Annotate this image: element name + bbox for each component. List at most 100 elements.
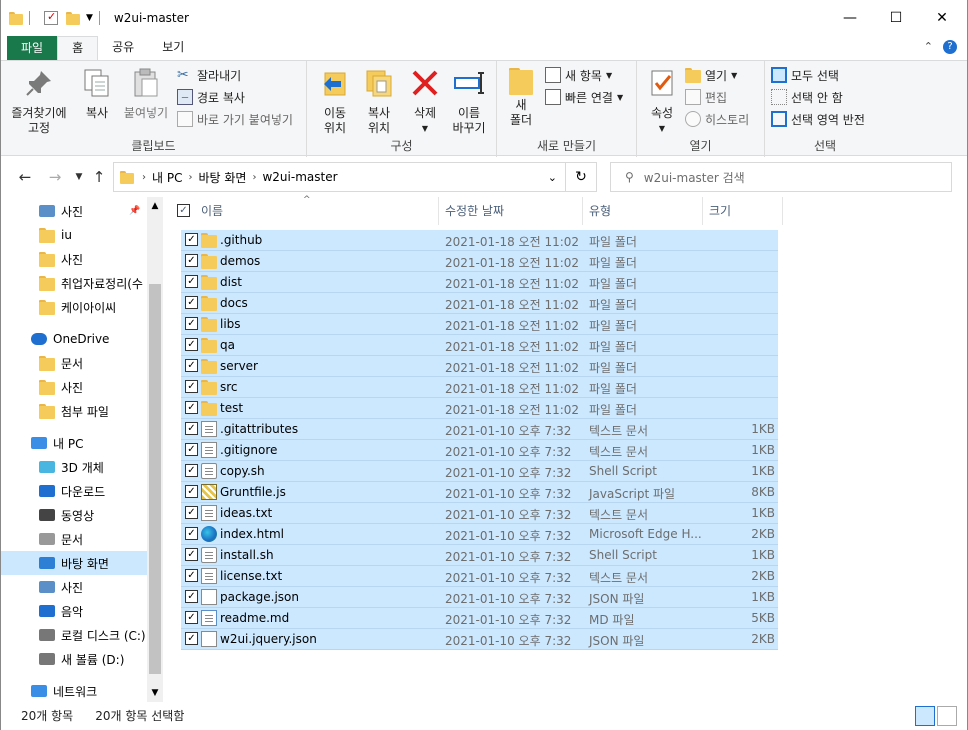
row-checkbox[interactable]: ✓ xyxy=(185,485,198,498)
table-row[interactable]: ✓ Gruntfile.js 2021-01-10 오후 7:32 JavaScrip… xyxy=(181,482,778,503)
copy-button[interactable]: 복사 xyxy=(75,65,119,121)
nav-item[interactable]: 첨부 파일 xyxy=(1,399,147,423)
row-checkbox[interactable]: ✓ xyxy=(185,254,198,267)
column-size[interactable]: 크기 xyxy=(703,197,783,225)
row-checkbox[interactable]: ✓ xyxy=(185,548,198,561)
scroll-up-icon[interactable]: ▲ xyxy=(147,201,163,211)
minimize-button[interactable]: — xyxy=(827,0,873,36)
delete-button[interactable]: 삭제 ▼ xyxy=(405,65,445,136)
nav-item[interactable]: 사진 📌 xyxy=(1,199,147,223)
row-checkbox[interactable]: ✓ xyxy=(185,380,198,393)
nav-item[interactable]: 문서 xyxy=(1,527,147,551)
row-checkbox[interactable]: ✓ xyxy=(185,590,198,603)
new-folder-button[interactable]: 새 폴더 xyxy=(503,65,539,128)
address-bar[interactable]: › 내 PC › 바탕 화면 › w2ui-master ⌄ ↻ xyxy=(113,162,597,192)
row-checkbox[interactable]: ✓ xyxy=(185,338,198,351)
table-row[interactable]: ✓ libs 2021-01-18 오전 11:02 파일 폴더 xyxy=(181,314,778,335)
properties-button[interactable]: 속성 ▼ xyxy=(643,65,681,136)
move-to-button[interactable]: 이동 위치 xyxy=(315,65,355,136)
table-row[interactable]: ✓ demos 2021-01-18 오전 11:02 파일 폴더 xyxy=(181,251,778,272)
table-row[interactable]: ✓ .gitignore 2021-01-10 오후 7:32 텍스트 문서 1KB xyxy=(181,440,778,461)
easy-access-button[interactable]: 빠른 연결 ▼ xyxy=(545,87,623,107)
copy-to-button[interactable]: 복사 위치 xyxy=(359,65,399,136)
row-checkbox[interactable]: ✓ xyxy=(185,443,198,456)
properties-check-icon[interactable]: ✓ xyxy=(44,10,58,25)
table-row[interactable]: ✓ license.txt 2021-01-10 오후 7:32 텍스트 문서 2KB xyxy=(181,566,778,587)
nav-item[interactable]: 사진 xyxy=(1,375,147,399)
table-row[interactable]: ✓ src 2021-01-18 오전 11:02 파일 폴더 xyxy=(181,377,778,398)
paste-shortcut-button[interactable]: 바로 가기 붙여넣기 xyxy=(177,109,293,129)
table-row[interactable]: ✓ qa 2021-01-18 오전 11:02 파일 폴더 xyxy=(181,335,778,356)
table-row[interactable]: ✓ dist 2021-01-18 오전 11:02 파일 폴더 xyxy=(181,272,778,293)
nav-item[interactable]: 다운로드 xyxy=(1,479,147,503)
help-icon[interactable]: ? xyxy=(943,40,957,54)
table-row[interactable]: ✓ docs 2021-01-18 오전 11:02 파일 폴더 xyxy=(181,293,778,314)
edit-button[interactable]: 편집 xyxy=(685,87,727,107)
chevron-right-icon[interactable]: › xyxy=(252,172,256,183)
table-row[interactable]: ✓ copy.sh 2021-01-10 오후 7:32 Shell Script 1K… xyxy=(181,461,778,482)
row-checkbox[interactable]: ✓ xyxy=(185,506,198,519)
nav-item[interactable]: 음악 xyxy=(1,599,147,623)
nav-item[interactable]: 동영상 xyxy=(1,503,147,527)
breadcrumb-desktop[interactable]: 바탕 화면 xyxy=(198,169,246,186)
nav-scroll-thumb[interactable] xyxy=(149,284,161,674)
row-checkbox[interactable]: ✓ xyxy=(185,359,198,372)
chevron-right-icon[interactable]: › xyxy=(188,172,192,183)
table-row[interactable]: ✓ .gitattributes 2021-01-10 오후 7:32 텍스트 문서 1… xyxy=(181,419,778,440)
recent-dropdown-icon[interactable]: ▼ xyxy=(69,167,89,187)
open-button[interactable]: 열기 ▼ xyxy=(685,65,737,85)
row-checkbox[interactable]: ✓ xyxy=(185,317,198,330)
refresh-icon[interactable]: ↻ xyxy=(566,169,596,185)
select-all-button[interactable]: 모두 선택 xyxy=(771,65,839,85)
nav-item[interactable]: 취업자료정리(수 xyxy=(1,271,147,295)
row-checkbox[interactable]: ✓ xyxy=(185,611,198,624)
nav-item[interactable]: 사진 xyxy=(1,247,147,271)
tab-view[interactable]: 보기 xyxy=(148,36,198,60)
tab-home[interactable]: 홈 xyxy=(57,36,99,60)
nav-item[interactable]: OneDrive xyxy=(1,327,147,351)
pin-quick-access-button[interactable]: 즐겨찾기에 고정 xyxy=(7,65,71,136)
cut-button[interactable]: ✂ 잘라내기 xyxy=(177,65,241,85)
copy-path-button[interactable]: — 경로 복사 xyxy=(177,87,245,107)
breadcrumb-current[interactable]: w2ui-master xyxy=(262,170,337,184)
table-row[interactable]: ✓ ideas.txt 2021-01-10 오후 7:32 텍스트 문서 1KB xyxy=(181,503,778,524)
up-arrow-icon[interactable]: ↑ xyxy=(89,167,109,187)
nav-item[interactable]: 케이아이씨 xyxy=(1,295,147,319)
new-folder-quick-icon[interactable] xyxy=(66,11,80,25)
table-row[interactable]: ✓ package.json 2021-01-10 오후 7:32 JSON 파일 1K… xyxy=(181,587,778,608)
row-checkbox[interactable]: ✓ xyxy=(185,632,198,645)
table-row[interactable]: ✓ .github 2021-01-18 오전 11:02 파일 폴더 xyxy=(181,230,778,251)
table-row[interactable]: ✓ readme.md 2021-01-10 오후 7:32 MD 파일 5KB xyxy=(181,608,778,629)
table-row[interactable]: ✓ server 2021-01-18 오전 11:02 파일 폴더 xyxy=(181,356,778,377)
nav-item[interactable]: 새 볼륨 (D:) xyxy=(1,647,147,671)
nav-item[interactable]: 로컬 디스크 (C:) xyxy=(1,623,147,647)
details-view-icon[interactable] xyxy=(915,706,935,726)
column-name[interactable]: 이름 xyxy=(195,197,439,225)
column-date[interactable]: 수정한 날짜 xyxy=(439,197,583,225)
nav-item[interactable]: 네트워크 xyxy=(1,679,147,702)
table-row[interactable]: ✓ index.html 2021-01-10 오후 7:32 Microsoft E… xyxy=(181,524,778,545)
nav-item[interactable]: iu xyxy=(1,223,147,247)
chevron-down-icon[interactable]: ▼ xyxy=(86,13,93,23)
scroll-down-icon[interactable]: ▼ xyxy=(147,688,163,698)
chevron-right-icon[interactable]: › xyxy=(142,172,146,183)
table-row[interactable]: ✓ test 2021-01-18 오전 11:02 파일 폴더 xyxy=(181,398,778,419)
row-checkbox[interactable]: ✓ xyxy=(185,422,198,435)
collapse-ribbon-icon[interactable]: ⌃ xyxy=(924,40,933,54)
paste-button[interactable]: 붙여넣기 xyxy=(119,65,173,121)
row-checkbox[interactable]: ✓ xyxy=(185,569,198,582)
row-checkbox[interactable]: ✓ xyxy=(185,275,198,288)
row-checkbox[interactable]: ✓ xyxy=(185,464,198,477)
search-input[interactable]: ⚲ w2ui-master 검색 xyxy=(610,162,952,192)
history-button[interactable]: 히스토리 xyxy=(685,109,749,129)
column-type[interactable]: 유형 xyxy=(583,197,703,225)
row-checkbox[interactable]: ✓ xyxy=(185,296,198,309)
nav-item[interactable]: 바탕 화면 xyxy=(1,551,147,575)
large-icons-view-icon[interactable] xyxy=(937,706,957,726)
select-none-button[interactable]: 선택 안 함 xyxy=(771,87,843,107)
nav-item[interactable]: 문서 xyxy=(1,351,147,375)
close-button[interactable]: ✕ xyxy=(919,0,965,36)
table-row[interactable]: ✓ w2ui.jquery.json 2021-01-10 오후 7:32 JSON … xyxy=(181,629,778,650)
select-all-checkbox[interactable]: ✓ xyxy=(177,204,190,217)
row-checkbox[interactable]: ✓ xyxy=(185,527,198,540)
